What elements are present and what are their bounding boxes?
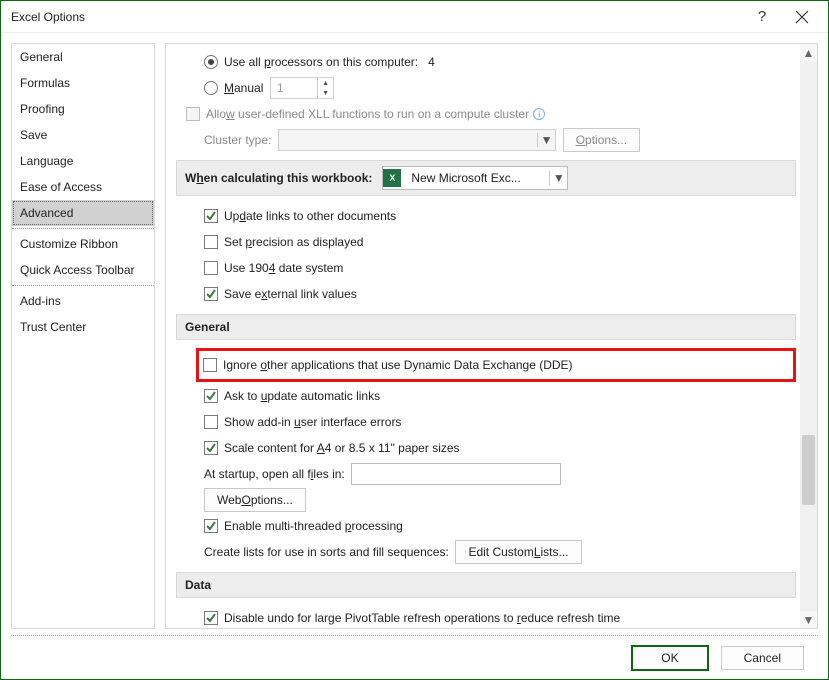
startup-files-label: At startup, open all files in: [204, 467, 345, 481]
disable-undo-pivot-refresh-row: Disable undo for large PivotTable refres… [176, 606, 796, 628]
cluster-type-label: Cluster type: [204, 133, 271, 147]
workbook-selector[interactable]: X New Microsoft Exc... ▼ [382, 166, 568, 190]
scroll-down-icon[interactable]: ▼ [800, 611, 817, 628]
chevron-down-icon: ▼ [537, 133, 555, 147]
section-when-calculating: When calculating this workbook: X New Mi… [176, 160, 796, 196]
startup-files-row: At startup, open all files in: [176, 462, 796, 486]
section-data: Data [176, 572, 796, 598]
spinner-up-icon: ▲ [318, 78, 333, 88]
checkbox-update-links[interactable] [204, 209, 218, 223]
checkbox-use-1904-date[interactable] [204, 261, 218, 275]
sidebar-item-language[interactable]: Language [12, 148, 154, 174]
sidebar-item-general[interactable]: General [12, 44, 154, 70]
close-button[interactable] [782, 3, 822, 31]
scale-a4-row: Scale content for A4 or 8.5 x 11" paper … [176, 436, 796, 460]
chevron-down-icon: ▼ [549, 171, 567, 185]
sidebar-item-quick-access-toolbar[interactable]: Quick Access Toolbar [12, 257, 154, 283]
sidebar-item-proofing[interactable]: Proofing [12, 96, 154, 122]
spinner-down-icon: ▼ [318, 88, 333, 98]
edit-custom-lists-button[interactable]: Edit Custom Lists... [455, 540, 581, 564]
use-1904-date-row: Use 1904 date system [176, 256, 796, 280]
scroll-track[interactable] [800, 61, 817, 611]
dialog-footer: OK Cancel [11, 635, 818, 679]
checkbox-multithread[interactable] [204, 519, 218, 533]
scale-a4-label: Scale content for A4 or 8.5 x 11" paper … [224, 441, 460, 455]
radio-manual-processors[interactable] [204, 81, 218, 95]
save-external-links-row: Save external link values [176, 282, 796, 306]
checkbox-ignore-dde[interactable] [203, 358, 217, 372]
checkbox-ask-update-links[interactable] [204, 389, 218, 403]
radio-use-all-processors[interactable] [204, 55, 218, 69]
vertical-scrollbar[interactable]: ▲ ▼ [800, 44, 817, 628]
title-bar: Excel Options ? [1, 1, 828, 33]
checkbox-save-external-links[interactable] [204, 287, 218, 301]
info-icon[interactable]: i [533, 108, 545, 120]
scroll-thumb[interactable] [802, 435, 815, 505]
ask-update-links-label: Ask to update automatic links [224, 389, 380, 403]
multithread-row: Enable multi-threaded processing [176, 514, 796, 538]
radio-use-all-processors-row: Use all processors on this computer: 4 [176, 50, 796, 74]
manual-processor-spinner[interactable]: 1 ▲▼ [270, 77, 334, 99]
radio-manual-label: Manual [224, 81, 263, 95]
sidebar-item-save[interactable]: Save [12, 122, 154, 148]
radio-use-all-processors-label: Use all processors on this computer: 4 [224, 55, 435, 69]
ok-button[interactable]: OK [631, 645, 708, 671]
create-lists-label: Create lists for use in sorts and fill s… [204, 545, 449, 559]
checkbox-disable-undo-pivot-refresh[interactable] [204, 611, 218, 625]
cluster-options-button: Options... [563, 128, 640, 152]
sidebar-item-customize-ribbon[interactable]: Customize Ribbon [12, 231, 154, 257]
scroll-up-icon[interactable]: ▲ [800, 44, 817, 61]
sidebar-item-advanced[interactable]: Advanced [12, 200, 154, 226]
ask-update-links-row: Ask to update automatic links [176, 384, 796, 408]
set-precision-row: Set precision as displayed [176, 230, 796, 254]
close-icon [795, 10, 809, 24]
excel-options-dialog: Excel Options ? GeneralFormulasProofingS… [0, 0, 829, 680]
radio-manual-row: Manual 1 ▲▼ [176, 76, 796, 100]
sidebar-item-add-ins[interactable]: Add-ins [12, 288, 154, 314]
checkbox-scale-a4[interactable] [204, 441, 218, 455]
sidebar-item-formulas[interactable]: Formulas [12, 70, 154, 96]
set-precision-label: Set precision as displayed [224, 235, 363, 249]
help-button[interactable]: ? [742, 3, 782, 31]
window-title: Excel Options [7, 10, 742, 24]
category-sidebar: GeneralFormulasProofingSaveLanguageEase … [11, 43, 155, 629]
ignore-dde-label: Ignore other applications that use Dynam… [223, 358, 573, 372]
checkbox-set-precision[interactable] [204, 235, 218, 249]
sidebar-item-trust-center[interactable]: Trust Center [12, 314, 154, 340]
disable-undo-pivot-refresh-label: Disable undo for large PivotTable refres… [224, 611, 620, 625]
section-general: General [176, 314, 796, 340]
cancel-button[interactable]: Cancel [721, 646, 804, 670]
update-links-row: Update links to other documents [176, 204, 796, 228]
xll-label: Allow user-defined XLL functions to run … [206, 107, 529, 121]
multithread-label: Enable multi-threaded processing [224, 519, 403, 533]
show-addin-errors-row: Show add-in user interface errors [176, 410, 796, 434]
show-addin-errors-label: Show add-in user interface errors [224, 415, 401, 429]
startup-files-input[interactable] [351, 463, 561, 485]
create-lists-row: Create lists for use in sorts and fill s… [176, 540, 796, 564]
web-options-button[interactable]: Web Options... [204, 488, 306, 512]
cluster-type-row: Cluster type: ▼ Options... [176, 128, 796, 152]
checkbox-xll-cluster [186, 107, 200, 121]
save-external-links-label: Save external link values [224, 287, 357, 301]
cluster-type-combo: ▼ [278, 129, 556, 151]
advanced-options-content: Use all processors on this computer: 4 M… [166, 44, 800, 628]
update-links-label: Update links to other documents [224, 209, 396, 223]
checkbox-show-addin-errors[interactable] [204, 415, 218, 429]
xll-row: Allow user-defined XLL functions to run … [176, 102, 796, 126]
sidebar-item-ease-of-access[interactable]: Ease of Access [12, 174, 154, 200]
content-pane: Use all processors on this computer: 4 M… [165, 43, 818, 629]
highlighted-dde-option: Ignore other applications that use Dynam… [196, 348, 796, 382]
use-1904-date-label: Use 1904 date system [224, 261, 343, 275]
excel-icon: X [383, 169, 401, 187]
